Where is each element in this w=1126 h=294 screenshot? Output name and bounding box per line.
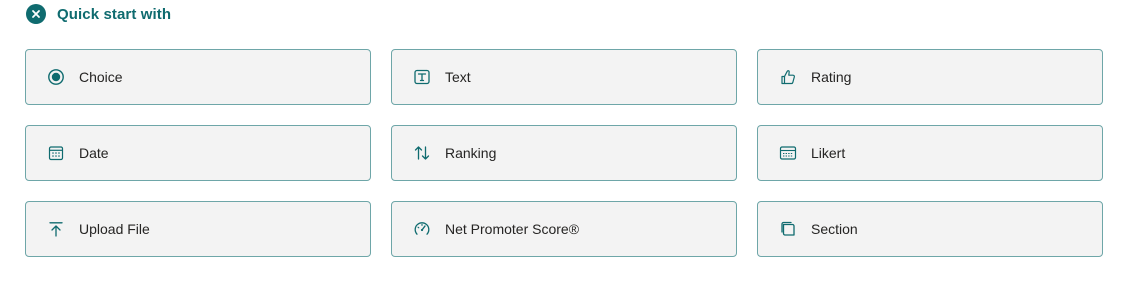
upload-file-label: Upload File: [79, 221, 150, 237]
net-promoter-score-tile[interactable]: Net Promoter Score®: [391, 201, 737, 257]
gauge-icon: [413, 220, 431, 238]
arrow-sort-icon: [413, 144, 431, 162]
upload-file-tile[interactable]: Upload File: [25, 201, 371, 257]
likert-tile[interactable]: Likert: [757, 125, 1103, 181]
question-type-grid: Choice Text Rating Date Ranking Likert U…: [25, 49, 1103, 257]
quick-start-title: Quick start with: [57, 5, 172, 23]
rating-tile[interactable]: Rating: [757, 49, 1103, 105]
likert-scale-icon: [779, 144, 797, 162]
radio-button-icon: [47, 68, 65, 86]
choice-label: Choice: [79, 69, 123, 85]
rating-label: Rating: [811, 69, 852, 85]
thumbs-up-icon: [779, 68, 797, 86]
calendar-icon: [47, 144, 65, 162]
likert-label: Likert: [811, 145, 846, 161]
section-label: Section: [811, 221, 858, 237]
net-promoter-score-label: Net Promoter Score®: [445, 221, 580, 237]
date-tile[interactable]: Date: [25, 125, 371, 181]
choice-tile[interactable]: Choice: [25, 49, 371, 105]
ranking-label: Ranking: [445, 145, 497, 161]
date-label: Date: [79, 145, 109, 161]
quick-start-header[interactable]: Quick start with: [26, 4, 171, 24]
section-icon: [779, 220, 797, 238]
ranking-tile[interactable]: Ranking: [391, 125, 737, 181]
close-circle-icon[interactable]: [26, 4, 46, 24]
section-tile[interactable]: Section: [757, 201, 1103, 257]
text-tile[interactable]: Text: [391, 49, 737, 105]
text-box-icon: [413, 68, 431, 86]
upload-icon: [47, 220, 65, 238]
text-label: Text: [445, 69, 471, 85]
